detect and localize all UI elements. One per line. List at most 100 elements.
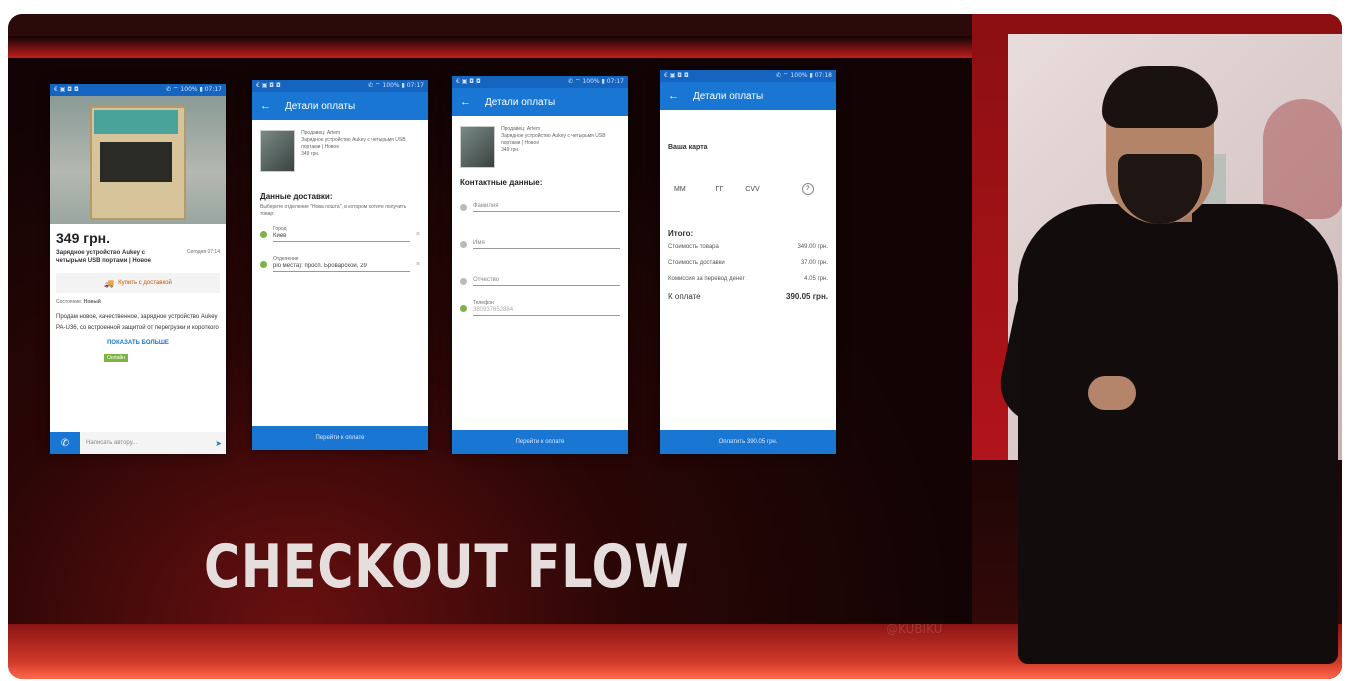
- product-photo: [50, 96, 226, 224]
- status-bar: € ▣ ◘ ◘ ✆ ⌔ 100% ▮ 07:17: [452, 76, 628, 88]
- card-label: Ваша карта: [668, 144, 708, 151]
- product-title: Зарядное устройство Aukey с четырьмя USB…: [56, 250, 151, 264]
- product-window: [100, 142, 172, 182]
- cvv-input[interactable]: CVV: [745, 186, 759, 193]
- speaker-shadow: [1263, 99, 1342, 219]
- app-bar: ← Детали оплаты: [660, 82, 836, 110]
- cost-value: 349.00 грн.: [797, 244, 828, 250]
- speaker-hair: [1102, 66, 1218, 128]
- month-input[interactable]: ММ: [674, 186, 686, 193]
- phone-label: Телефон: [473, 300, 494, 306]
- app-bar-title: Детали оплаты: [485, 96, 556, 108]
- app-bar: ← Детали оплаты: [452, 88, 628, 116]
- year-input[interactable]: ГГ: [716, 186, 724, 193]
- product-info: Продавец: Artem Зарядное устройство Auke…: [301, 130, 406, 157]
- branch-label: Отделение: [273, 256, 299, 262]
- product-info: Продавец: Artem Зарядное устройство Auke…: [501, 126, 606, 153]
- condition-value: Новый: [83, 299, 101, 305]
- go-to-payment-button[interactable]: Перейти к оплате: [452, 430, 628, 454]
- product-description: Продам новое, качественное, зарядное уст…: [56, 314, 219, 331]
- contacts-section-title: Контактные данные:: [460, 178, 543, 187]
- surname-field[interactable]: Фамилия: [460, 203, 620, 212]
- phone-field[interactable]: Телефон 380937652884: [460, 300, 620, 316]
- help-icon[interactable]: ?: [801, 183, 814, 195]
- cost-value: 4.05 грн.: [804, 276, 828, 282]
- status-dot: [460, 278, 467, 285]
- status-right: ✆ ⌔ 100% ▮ 07:17: [367, 82, 424, 89]
- city-label: Город: [273, 226, 287, 232]
- buy-with-delivery-button[interactable]: 🚚 Купить с доставкой: [56, 273, 220, 293]
- delivery-section-title: Данные доставки:: [260, 192, 333, 201]
- status-right: ✆ ⌔ 100% ▮ 07:17: [567, 78, 624, 85]
- branch-field[interactable]: Отделение ріо места): просп. Броварской,…: [260, 256, 420, 272]
- city-field[interactable]: Город Киев ×: [260, 226, 420, 242]
- back-arrow-icon[interactable]: ←: [668, 90, 679, 102]
- phone-icon: ✆: [60, 437, 70, 449]
- phone-screen-product: € ▣ ◘ ◘ ✆ ⌔ 100% ▮ 07:17 349 грн. Зарядно…: [50, 84, 226, 454]
- cost-label: Стоимость товара: [668, 244, 719, 250]
- card-fields: ММ ГГ CVV ?: [674, 183, 828, 195]
- name-input[interactable]: Имя: [473, 240, 620, 249]
- speaker-body: [1018, 204, 1338, 664]
- order-summary: Продавец: Artem Зарядное устройство Auke…: [260, 130, 420, 172]
- check-icon: [460, 304, 467, 312]
- buy-button-label: Купить с доставкой: [118, 280, 172, 286]
- status-icons: € ▣ ◘ ◘: [456, 78, 481, 85]
- status-icons: € ▣ ◘ ◘: [256, 82, 281, 89]
- check-icon: [260, 260, 267, 268]
- slide-headline: CHECKOUT FLOW: [204, 532, 690, 602]
- patronymic-field[interactable]: Отчество: [460, 277, 620, 286]
- status-right: ✆ ⌔ 100% ▮ 07:17: [165, 86, 222, 93]
- clear-icon[interactable]: ×: [416, 231, 420, 238]
- call-button[interactable]: ✆: [50, 432, 80, 454]
- cost-row: Стоимость доставки 37.00 грн.: [668, 260, 828, 266]
- app-bar: ← Детали оплаты: [252, 92, 428, 120]
- status-right: ✆ ⌔ 100% ▮ 07:18: [775, 72, 832, 79]
- product-date: Сегодня 07:14: [186, 249, 220, 255]
- message-input[interactable]: Написать автору...: [86, 440, 209, 446]
- slide-watermark: @KUBIKU: [886, 622, 943, 636]
- total-label: Итого:: [668, 229, 694, 238]
- status-bar: € ▣ ◘ ◘ ✆ ⌔ 100% ▮ 07:17: [252, 80, 428, 92]
- cost-row: Комиссия за перевод денег 4.05 грн.: [668, 276, 828, 282]
- condition-row: Состояние: Новый: [56, 299, 220, 306]
- speaker-hand: [1088, 376, 1136, 410]
- name-field[interactable]: Имя: [460, 240, 620, 249]
- status-bar: € ▣ ◘ ◘ ✆ ⌔ 100% ▮ 07:17: [50, 84, 226, 96]
- pay-total-row: К оплате 390.05 грн.: [668, 292, 828, 301]
- cost-label: Стоимость доставки: [668, 260, 725, 266]
- pay-button[interactable]: Оплатить 390.05 грн.: [660, 430, 836, 454]
- message-bar: ✆ Написать автору... ➤: [50, 432, 226, 454]
- product-thumbnail: [260, 130, 296, 172]
- pay-label: К оплате: [668, 292, 701, 301]
- order-summary: Продавец: Artem Зарядное устройство Auke…: [460, 126, 620, 168]
- surname-input[interactable]: Фамилия: [473, 203, 620, 212]
- status-dot: [460, 241, 467, 248]
- cost-label: Комиссия за перевод денег: [668, 276, 745, 282]
- product-thumbnail: [460, 126, 496, 168]
- phone-screen-contacts: € ▣ ◘ ◘ ✆ ⌔ 100% ▮ 07:17 ← Детали оплаты П…: [452, 76, 628, 454]
- clear-icon[interactable]: ×: [416, 261, 420, 268]
- cost-row: Стоимость товара 349.00 грн.: [668, 244, 828, 250]
- back-arrow-icon[interactable]: ←: [260, 100, 271, 112]
- delivery-hint: Выберите отделение "Нова пошта", в котор…: [260, 204, 407, 217]
- status-bar: € ▣ ◘ ◘ ✆ ⌔ 100% ▮ 07:18: [660, 70, 836, 82]
- city-input[interactable]: Киев: [273, 233, 410, 242]
- go-to-payment-button[interactable]: Перейти к оплате: [252, 426, 428, 450]
- phone-screen-delivery: € ▣ ◘ ◘ ✆ ⌔ 100% ▮ 07:17 ← Детали оплаты П…: [252, 80, 428, 450]
- status-dot: [460, 204, 467, 211]
- product-price: 349 грн.: [56, 230, 110, 246]
- pay-value: 390.05 грн.: [786, 292, 828, 301]
- truck-icon: 🚚: [104, 278, 115, 288]
- status-icons: € ▣ ◘ ◘: [54, 86, 79, 93]
- check-icon: [260, 230, 267, 238]
- back-arrow-icon[interactable]: ←: [460, 96, 471, 108]
- phone-screen-payment: € ▣ ◘ ◘ ✆ ⌔ 100% ▮ 07:18 ← Детали оплаты В…: [660, 70, 836, 454]
- show-more-link[interactable]: ПОКАЗАТЬ БОЛЬШЕ: [56, 340, 220, 346]
- phone-input[interactable]: 380937652884: [473, 307, 620, 316]
- patronymic-input[interactable]: Отчество: [473, 277, 620, 286]
- send-icon[interactable]: ➤: [215, 439, 226, 448]
- branch-input[interactable]: ріо места): просп. Броварской, 29: [273, 263, 410, 272]
- photo: € ▣ ◘ ◘ ✆ ⌔ 100% ▮ 07:17 349 грн. Зарядно…: [8, 14, 1342, 679]
- app-bar-title: Детали оплаты: [285, 100, 356, 112]
